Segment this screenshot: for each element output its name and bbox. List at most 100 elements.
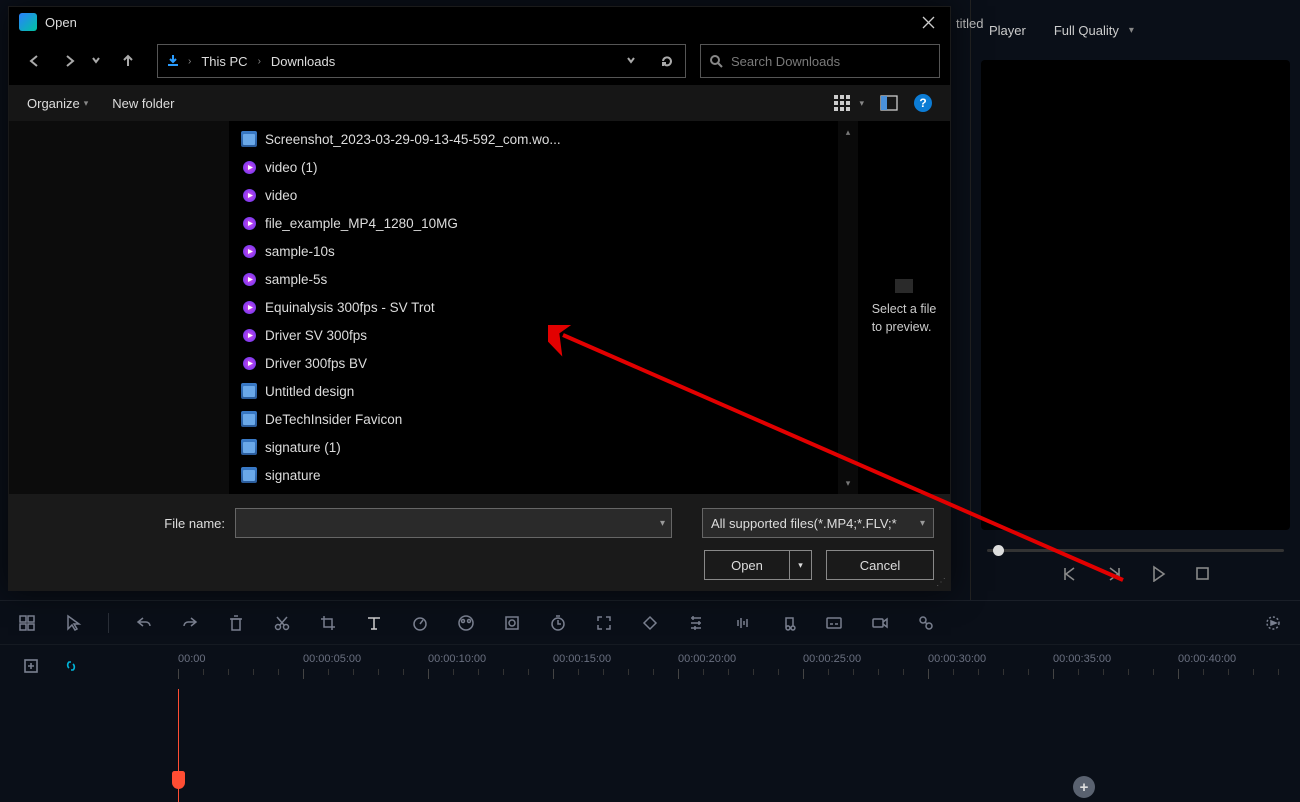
mask-icon[interactable] [501,612,523,634]
dialog-title: Open [45,15,77,30]
timeline-tracks[interactable]: + [0,689,1300,802]
add-clip-button[interactable]: + [1073,776,1095,798]
file-name: signature (1) [265,440,341,455]
file-item[interactable]: video [229,181,838,209]
timeline-toolbar [0,601,1300,645]
ruler-tick: 00:00:10:00 [428,653,486,665]
scrollbar[interactable]: ▴ ▾ [838,121,858,494]
open-dropdown[interactable]: ▾ [790,550,812,580]
open-button[interactable]: Open [704,550,790,580]
resize-grip-icon[interactable]: ⋰ [936,577,946,588]
chevron-down-icon[interactable]: ▾ [660,518,665,529]
file-name: Driver 300fps BV [265,356,367,371]
add-track-icon[interactable] [22,657,42,677]
play-icon[interactable] [1149,564,1167,582]
file-item[interactable]: video (1) [229,153,838,181]
image-file-icon [241,467,257,483]
music-icon[interactable] [777,612,799,634]
file-name: DeTechInsider Favicon [265,412,402,427]
record-icon[interactable] [869,612,891,634]
next-frame-icon[interactable] [1105,564,1123,582]
breadcrumb-folder[interactable]: Downloads [265,50,341,73]
progress-handle[interactable] [993,545,1004,556]
crop-icon[interactable] [317,612,339,634]
address-bar[interactable]: › This PC › Downloads [157,44,686,78]
view-mode-button[interactable]: ▾ [833,94,864,112]
progress-track[interactable] [987,549,1284,552]
preview-pane-toggle[interactable] [880,94,898,112]
cursor-icon[interactable] [62,612,84,634]
back-button[interactable] [19,46,49,76]
redo-icon[interactable] [179,612,201,634]
file-item[interactable]: Equinalysis 300fps - SV Trot [229,293,838,321]
delete-icon[interactable] [225,612,247,634]
file-name: video (1) [265,160,318,175]
preview-pane: Select a file to preview. [858,121,950,494]
subtitle-icon[interactable] [823,612,845,634]
file-item[interactable]: sample-10s [229,237,838,265]
app-icon [19,13,37,31]
download-folder-icon [162,50,184,72]
playhead[interactable] [178,689,179,802]
link-icon[interactable] [62,657,82,677]
preview-viewport [981,60,1290,530]
breadcrumb-root[interactable]: This PC [195,50,253,73]
keyframe-icon[interactable] [639,612,661,634]
file-name: Driver SV 300fps [265,328,367,343]
folder-tree[interactable] [9,121,229,494]
filename-label: File name: [25,516,225,531]
file-item[interactable]: Driver SV 300fps [229,321,838,349]
video-file-icon [241,187,257,203]
forward-button[interactable] [55,46,85,76]
up-button[interactable] [113,46,143,76]
scroll-up-icon[interactable]: ▴ [839,123,857,141]
timeline-ruler[interactable]: 00:00 00:00:05:00 00:00:10:00 00:00:15:00 00… [170,645,1300,689]
help-icon[interactable]: ? [914,94,932,112]
cancel-button[interactable]: Cancel [826,550,934,580]
file-item[interactable]: DeTechInsider Favicon [229,405,838,433]
render-icon[interactable] [1262,612,1284,634]
image-file-icon [241,439,257,455]
speed-icon[interactable] [409,612,431,634]
filetype-select[interactable]: All supported files(*.MP4;*.FLV;* ▾ [702,508,934,538]
timer-icon[interactable] [547,612,569,634]
layout-icon[interactable] [16,612,38,634]
ruler-tick: 00:00 [178,653,206,665]
chevron-right-icon: › [188,56,191,67]
ruler-tick: 00:00:15:00 [553,653,611,665]
scroll-down-icon[interactable]: ▾ [839,474,857,492]
video-file-icon [241,243,257,259]
refresh-button[interactable] [653,46,681,76]
file-item[interactable]: signature [229,461,838,489]
cut-icon[interactable] [271,612,293,634]
new-folder-button[interactable]: New folder [112,96,174,111]
audio-icon[interactable] [731,612,753,634]
file-name: file_example_MP4_1280_10MG [265,216,458,231]
timeline-area: 00:00 00:00:05:00 00:00:10:00 00:00:15:00 00… [0,600,1300,802]
expand-icon[interactable] [593,612,615,634]
quality-dropdown[interactable]: Full Quality ▾ [1042,19,1142,42]
file-item[interactable]: file_example_MP4_1280_10MG [229,209,838,237]
file-item[interactable]: Untitled design [229,377,838,405]
address-dropdown[interactable] [619,46,647,76]
filename-input[interactable]: ▾ [235,508,672,538]
file-item[interactable]: signature (1) [229,433,838,461]
organize-menu[interactable]: Organize ▾ [27,96,88,111]
color-icon[interactable] [455,612,477,634]
video-file-icon [241,327,257,343]
search-input[interactable]: Search Downloads [700,44,940,78]
ruler-tick: 00:00:05:00 [303,653,361,665]
file-name: video [265,188,297,203]
text-icon[interactable] [363,612,385,634]
stop-icon[interactable] [1193,564,1211,582]
close-button[interactable] [916,10,940,34]
undo-icon[interactable] [133,612,155,634]
file-item[interactable]: Driver 300fps BV [229,349,838,377]
recent-dropdown[interactable] [91,46,107,76]
effects-icon[interactable] [915,612,937,634]
prev-frame-icon[interactable] [1061,564,1079,582]
file-item[interactable]: sample-5s [229,265,838,293]
adjust-icon[interactable] [685,612,707,634]
ruler-tick: 00:00:35:00 [1053,653,1111,665]
file-item[interactable]: Screenshot_2023-03-29-09-13-45-592_com.w… [229,125,838,153]
